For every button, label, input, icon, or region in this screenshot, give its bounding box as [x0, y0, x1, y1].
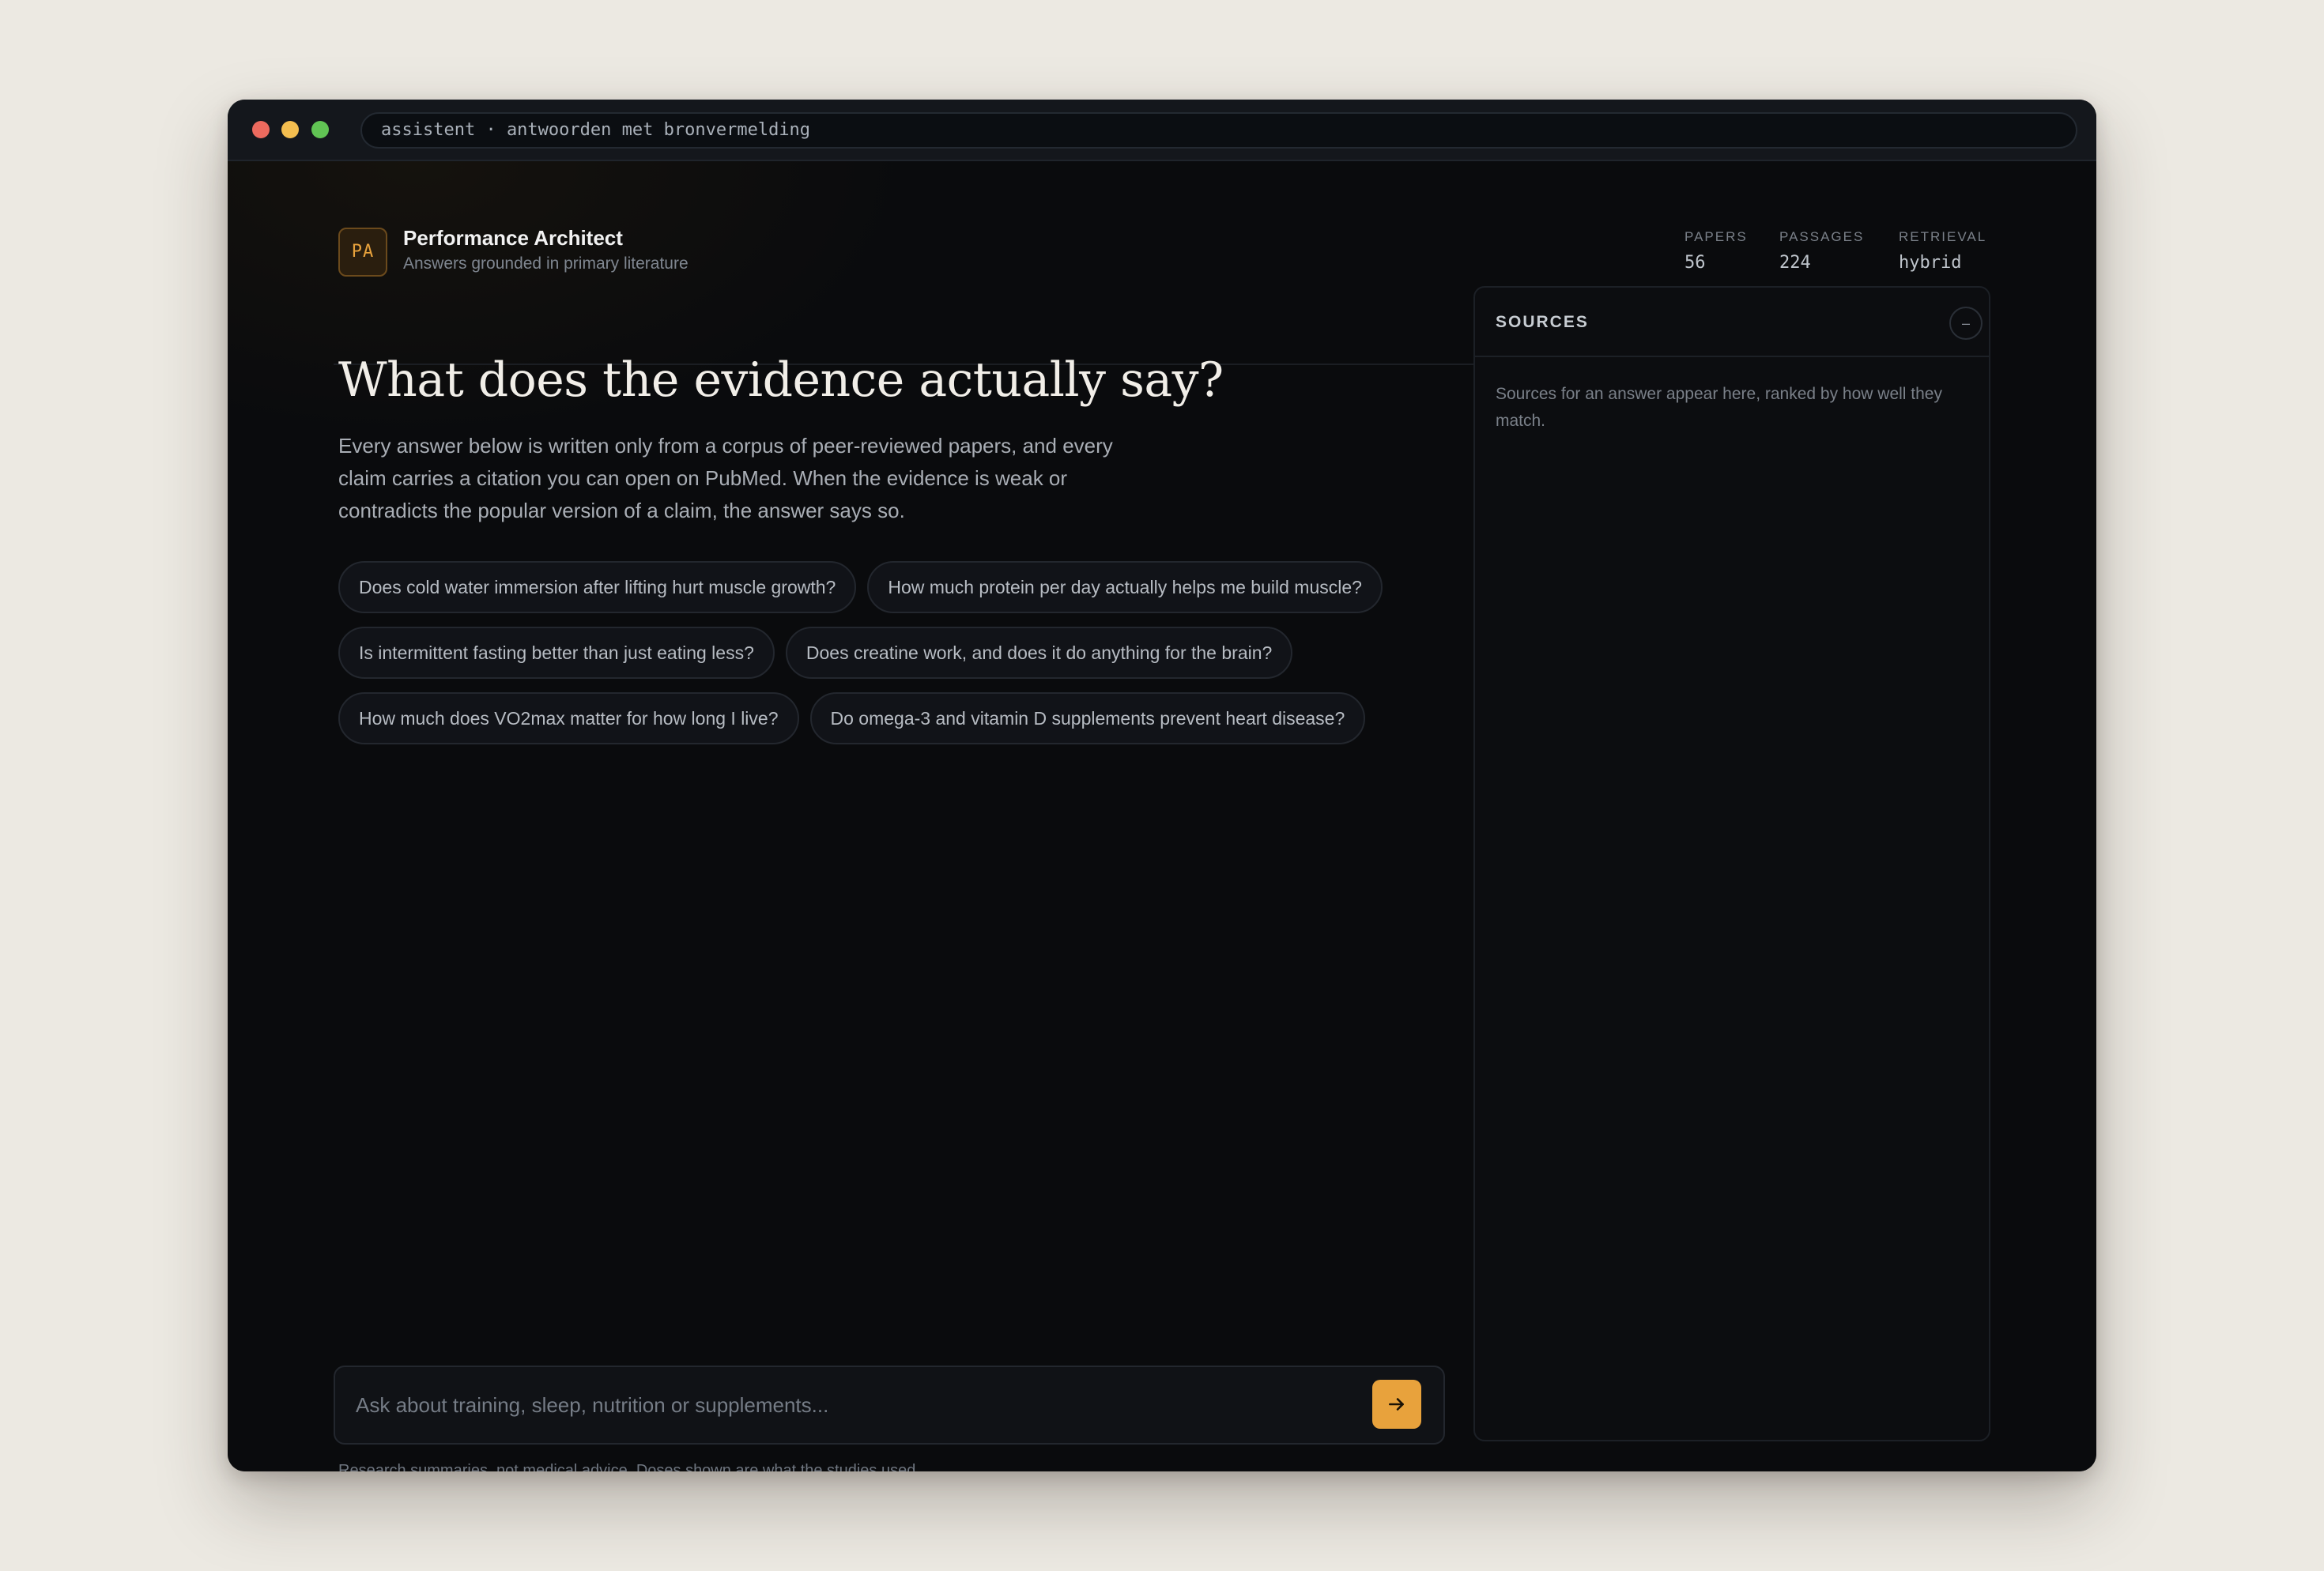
- stat-value: hybrid: [1899, 253, 1962, 273]
- app-subtitle: Answers grounded in primary literature: [403, 254, 689, 273]
- app-avatar: PA: [338, 228, 387, 277]
- disclaimer: Research summaries, not medical advice. …: [338, 1462, 920, 1471]
- app-title: Performance Architect: [403, 226, 623, 250]
- suggestion-chip[interactable]: Is intermittent fasting better than just…: [338, 627, 775, 679]
- stat-value: 56: [1685, 253, 1706, 273]
- close-window-button[interactable]: [252, 121, 270, 138]
- stat-papers: PAPERS 56: [1685, 229, 1748, 273]
- suggestion-chip[interactable]: How much protein per day actually helps …: [867, 561, 1383, 613]
- sources-empty-state: Sources for an answer appear here, ranke…: [1496, 385, 1942, 430]
- maximize-window-button[interactable]: [311, 121, 329, 138]
- intro-text: Every answer below is written only from …: [338, 434, 1113, 522]
- suggestion-chip[interactable]: Does creatine work, and does it do anyth…: [785, 627, 1293, 679]
- stat-label: PAPERS: [1685, 229, 1748, 244]
- app-window: assistent · antwoorden met bronvermeldin…: [228, 100, 2096, 1471]
- composer: [334, 1366, 1445, 1445]
- address-bar[interactable]: assistent · antwoorden met bronvermeldin…: [360, 112, 2077, 149]
- send-button[interactable]: [1372, 1380, 1421, 1429]
- arrow-right-icon: [1389, 1398, 1404, 1411]
- suggestion-list: Does cold water immersion after lifting …: [338, 561, 1445, 758]
- sources-panel: SOURCES – Sources for an answer appear h…: [1473, 286, 1990, 1441]
- page-title: What does the evidence actually say?: [338, 352, 1224, 408]
- sources-header: SOURCES –: [1475, 288, 1989, 357]
- suggestion-chip[interactable]: Do omega-3 and vitamin D supplements pre…: [809, 692, 1366, 744]
- stat-value: 224: [1779, 253, 1811, 273]
- question-input[interactable]: [356, 1367, 1336, 1443]
- stat-retrieval: RETRIEVAL hybrid: [1899, 229, 1986, 273]
- minimize-window-button[interactable]: [281, 121, 299, 138]
- suggestion-chip[interactable]: How much does VO2max matter for how long…: [338, 692, 799, 744]
- title-bar: assistent · antwoorden met bronvermeldin…: [228, 100, 2096, 161]
- stat-passages: PASSAGES 224: [1779, 229, 1864, 273]
- sources-title: SOURCES: [1496, 313, 1589, 331]
- stat-label: RETRIEVAL: [1899, 229, 1987, 244]
- app-content: PA Performance Architect Answers grounde…: [228, 161, 2096, 1471]
- stat-label: PASSAGES: [1779, 229, 1865, 244]
- suggestion-chip[interactable]: Does cold water immersion after lifting …: [338, 561, 857, 613]
- collapse-sources-button[interactable]: –: [1949, 307, 1983, 340]
